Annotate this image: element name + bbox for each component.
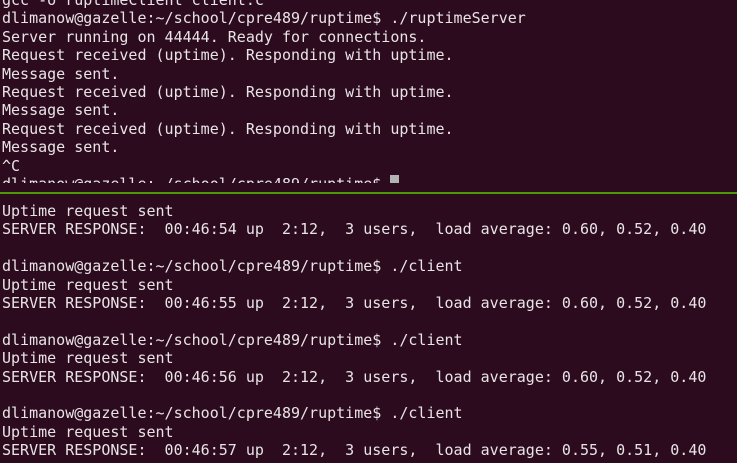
terminal-line: Uptime request sent (2, 202, 174, 220)
terminal-line: SERVER RESPONSE: 00:46:55 up 2:12, 3 use… (2, 293, 707, 312)
pane-divider[interactable] (0, 192, 737, 194)
terminal-line: ^C (2, 156, 21, 175)
terminal-line: Uptime request sent (2, 349, 174, 368)
terminal-line: Uptime request sent (2, 422, 174, 441)
terminal-line: Message sent. (2, 101, 120, 120)
terminal-line: Request received (uptime). Responding wi… (2, 82, 454, 101)
server-terminal-pane[interactable]: gcc -o ruptimeClient client.c dlimanow@g… (2, 0, 737, 183)
terminal-line: Uptime request sent (2, 275, 174, 294)
terminal-line: Message sent. (2, 138, 120, 157)
terminal-line: gcc -o ruptimeClient client.c (2, 0, 264, 9)
terminal-line: dlimanow@gazelle:~/school/cpre489/ruptim… (2, 9, 526, 28)
prompt-line[interactable]: dlimanow@gazelle:~/school/cpre489/ruptim… (2, 174, 737, 183)
terminal-line: dlimanow@gazelle:~/school/cpre489/ruptim… (2, 330, 463, 349)
shell-prompt: dlimanow@gazelle:~/school/cpre489/ruptim… (2, 175, 390, 183)
client-terminal-pane[interactable]: Uptime request sent SERVER RESPONSE: 00:… (2, 202, 737, 459)
terminal-line: SERVER RESPONSE: 00:46:54 up 2:12, 3 use… (2, 220, 707, 239)
terminal-line: SERVER RESPONSE: 00:46:57 up 2:12, 3 use… (2, 441, 707, 460)
terminal-line: dlimanow@gazelle:~/school/cpre489/ruptim… (2, 404, 463, 423)
terminal-line: Server running on 44444. Ready for conne… (2, 27, 427, 46)
terminal-line: Message sent. (2, 64, 120, 83)
terminal-line: SERVER RESPONSE: 00:46:56 up 2:12, 3 use… (2, 367, 707, 386)
terminal-line: Request received (uptime). Responding wi… (2, 119, 454, 138)
terminal-line: dlimanow@gazelle:~/school/cpre489/ruptim… (2, 257, 463, 276)
terminal-cursor (390, 174, 400, 183)
terminal-line: Request received (uptime). Responding wi… (2, 46, 454, 65)
